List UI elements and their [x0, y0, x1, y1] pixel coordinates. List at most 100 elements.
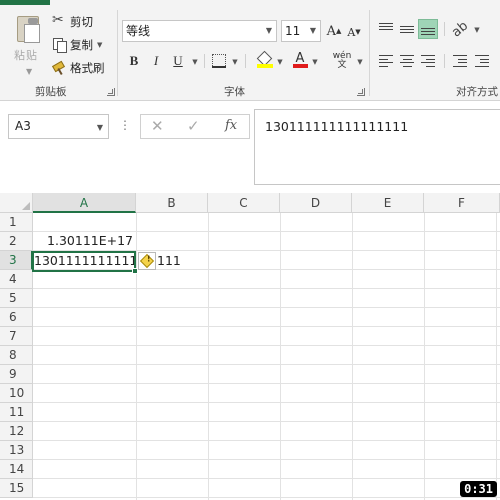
grid-line — [424, 213, 425, 500]
chevron-down-icon[interactable]: ▼ — [97, 116, 103, 139]
separator — [245, 54, 246, 68]
formula-bar: A3 ▼ ⋮ ✕ ✓ fx 130111111111111111 — [0, 101, 500, 193]
select-all-button[interactable] — [0, 193, 33, 213]
grid-line — [33, 307, 500, 308]
italic-button[interactable]: I — [148, 51, 164, 71]
drag-handle-icon[interactable]: ⋮ — [119, 118, 131, 132]
row-header[interactable]: 12 — [0, 422, 33, 441]
group-divider — [369, 10, 370, 96]
row-header[interactable]: 14 — [0, 460, 33, 479]
underline-button[interactable]: U — [170, 51, 186, 71]
increase-indent-icon — [475, 55, 489, 67]
font-color-button[interactable]: A — [292, 50, 308, 70]
chevron-down-icon[interactable]: ▼ — [26, 67, 32, 76]
paste-button[interactable]: 粘贴 ▼ — [13, 12, 45, 78]
row-header[interactable]: 6 — [0, 308, 33, 327]
dialog-launcher-icon[interactable] — [107, 88, 115, 96]
align-top-icon — [379, 23, 393, 35]
row-header[interactable]: 4 — [0, 270, 33, 289]
bottom-align-button[interactable] — [418, 19, 438, 39]
column-header-f[interactable]: F — [424, 193, 500, 213]
chevron-down-icon[interactable]: ▼ — [310, 21, 316, 41]
chevron-down-icon[interactable]: ▼ — [310, 52, 320, 72]
row-header[interactable]: 15 — [0, 479, 33, 498]
copy-label: 复制 — [70, 38, 93, 52]
row-header[interactable]: 10 — [0, 384, 33, 403]
shrink-font-icon: A — [347, 25, 356, 39]
grid-line — [33, 326, 500, 327]
grid-line — [33, 459, 500, 460]
grid-line — [208, 213, 209, 500]
row-header[interactable]: 9 — [0, 365, 33, 384]
chevron-down-icon[interactable]: ▼ — [355, 52, 365, 72]
align-right-button[interactable] — [418, 51, 438, 71]
decrease-indent-button[interactable] — [450, 51, 470, 71]
separator — [444, 54, 445, 68]
chevron-down-icon[interactable]: ▼ — [275, 52, 285, 72]
chevron-down-icon[interactable]: ▼ — [266, 21, 272, 41]
fill-color-button[interactable] — [255, 50, 273, 70]
grid-line — [33, 440, 500, 441]
align-center-button[interactable] — [397, 51, 417, 71]
grid-line — [33, 288, 500, 289]
middle-align-button[interactable] — [397, 19, 417, 39]
row-header[interactable]: 1 — [0, 213, 33, 232]
decrease-font-size-button[interactable]: A ▼ — [346, 22, 362, 42]
row-header[interactable]: 8 — [0, 346, 33, 365]
row-header[interactable]: 13 — [0, 441, 33, 460]
enter-check-icon[interactable]: ✓ — [187, 117, 200, 135]
column-header-b[interactable]: B — [136, 193, 208, 213]
row-header-selected[interactable]: 3 — [0, 251, 33, 270]
column-header-d[interactable]: D — [280, 193, 352, 213]
font-color-icon: A — [293, 52, 308, 68]
grid-line — [33, 497, 500, 498]
row-header[interactable]: 2 — [0, 232, 33, 251]
name-box[interactable]: A3 ▼ — [8, 114, 109, 139]
separator — [204, 54, 205, 68]
font-size-combobox[interactable]: 11 ▼ — [281, 20, 321, 42]
cut-button[interactable]: 剪切 — [52, 12, 93, 31]
cell-a2[interactable]: 1.30111E+17 — [33, 232, 133, 250]
column-header-e[interactable]: E — [352, 193, 424, 213]
formula-buttons: ✕ ✓ fx — [140, 114, 250, 139]
font-name-combobox[interactable]: 等线 ▼ — [122, 20, 277, 42]
grid-line — [33, 345, 500, 346]
orientation-button[interactable]: ab — [449, 18, 471, 40]
cell-a3-overflow-text: 111 — [157, 253, 181, 268]
video-timer: 0:31 — [460, 481, 497, 497]
chevron-down-icon[interactable]: ▼ — [472, 20, 482, 40]
file-tab[interactable] — [0, 0, 50, 5]
row-header[interactable]: 5 — [0, 289, 33, 308]
align-center-icon — [400, 55, 414, 67]
increase-indent-button[interactable] — [472, 51, 492, 71]
borders-button[interactable] — [210, 51, 228, 71]
chevron-down-icon[interactable]: ▼ — [97, 41, 102, 49]
row-header[interactable]: 11 — [0, 403, 33, 422]
increase-font-size-button[interactable]: A ▲ — [325, 21, 343, 41]
top-align-button[interactable] — [376, 19, 396, 39]
row-header[interactable]: 7 — [0, 327, 33, 346]
copy-button[interactable]: 复制 ▼ — [52, 36, 102, 54]
dialog-launcher-icon[interactable] — [357, 88, 365, 96]
format-painter-button[interactable]: 格式刷 — [52, 59, 105, 77]
chevron-down-icon[interactable]: ▼ — [190, 52, 200, 72]
insert-function-icon[interactable]: fx — [225, 118, 237, 133]
column-header-c[interactable]: C — [208, 193, 280, 213]
column-header-a[interactable]: A — [33, 193, 136, 213]
copy-icon — [52, 38, 67, 53]
spreadsheet-grid[interactable]: A B C D E F 1 2 3 4 5 6 7 8 9 10 11 12 1… — [0, 193, 500, 500]
grow-font-icon: A — [326, 23, 336, 39]
warning-icon: ! — [139, 253, 155, 269]
error-check-smart-tag[interactable]: ! — [138, 252, 156, 270]
cancel-icon[interactable]: ✕ — [151, 117, 164, 135]
active-cell-selection[interactable] — [32, 251, 138, 274]
paste-sheet-icon — [24, 24, 40, 43]
italic-icon: I — [153, 53, 159, 68]
chevron-down-icon[interactable]: ▼ — [230, 52, 240, 72]
formula-input[interactable]: 130111111111111111 — [254, 109, 500, 185]
phonetic-guide-button[interactable]: wén 文 — [331, 49, 353, 73]
font-size-value: 11 — [285, 24, 301, 38]
grid-line — [496, 213, 497, 500]
bold-button[interactable]: B — [126, 51, 142, 71]
align-left-button[interactable] — [376, 51, 396, 71]
